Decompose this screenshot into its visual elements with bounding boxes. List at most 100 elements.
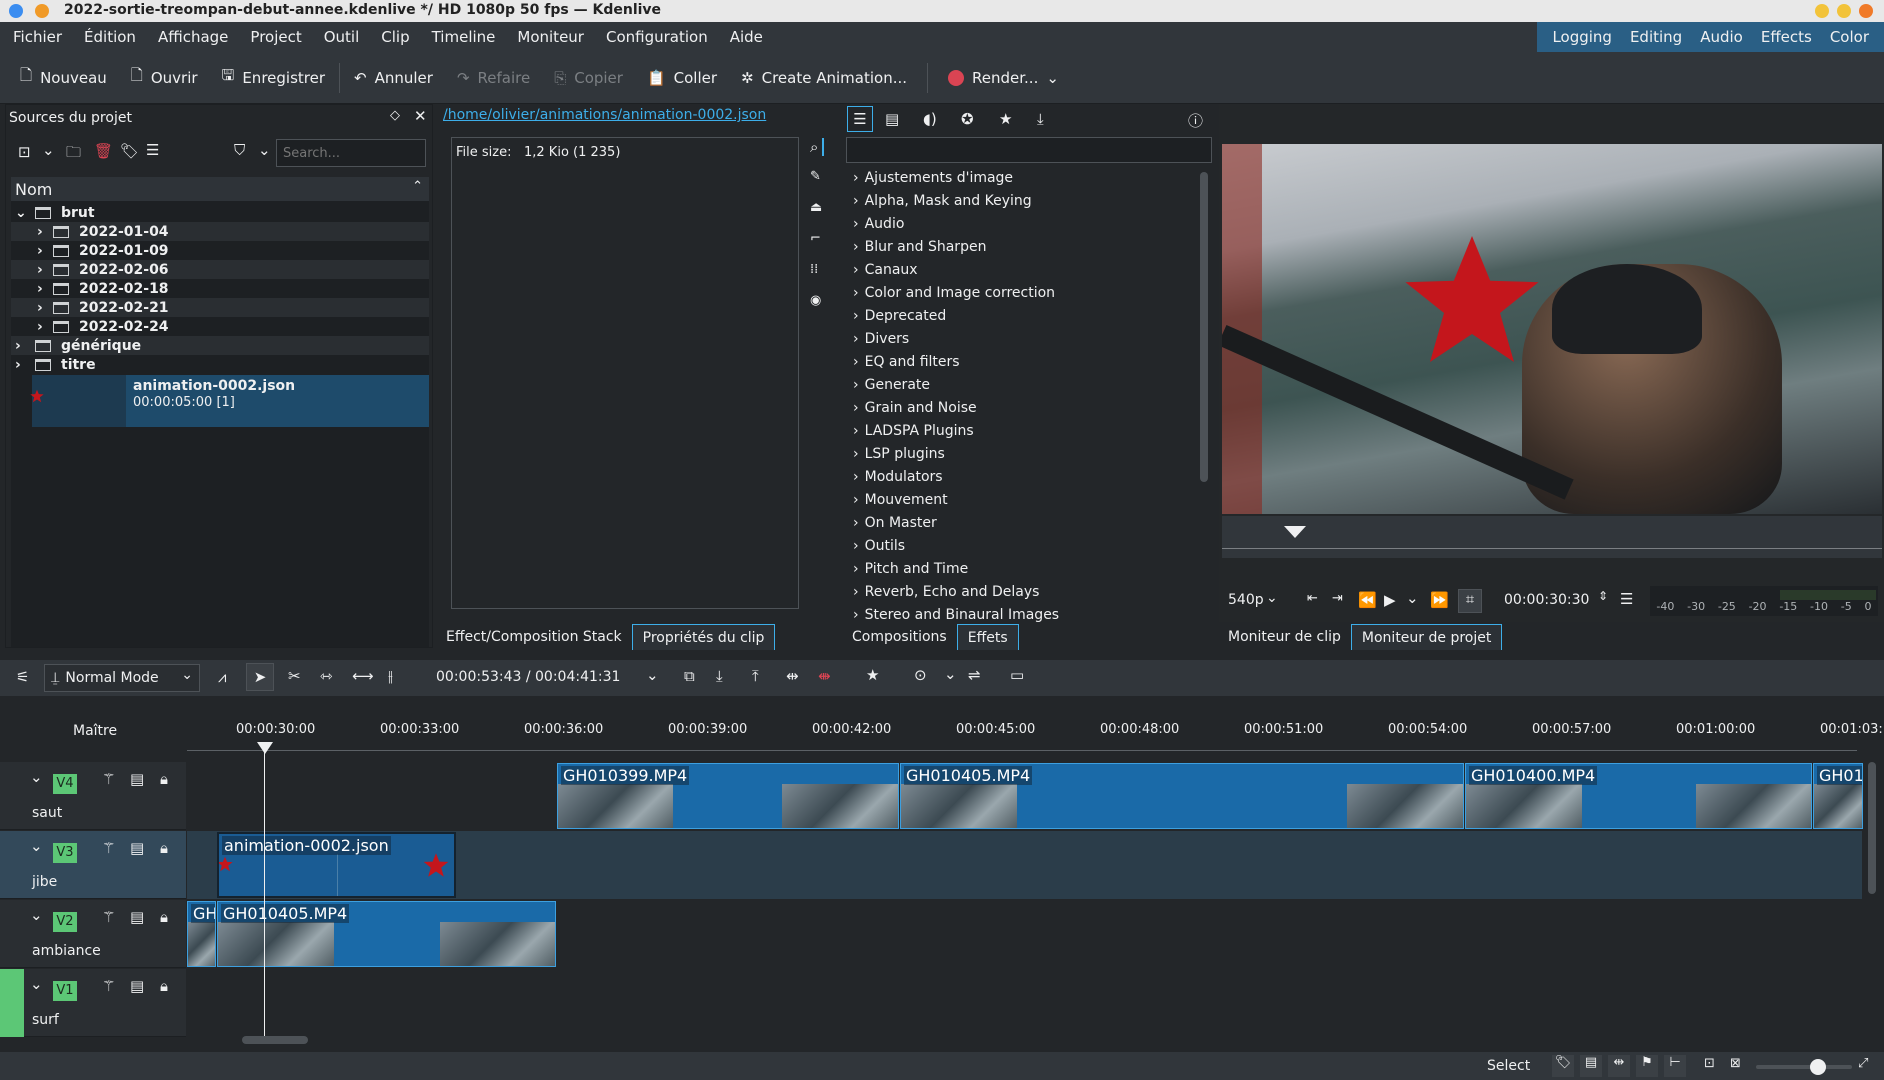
effect-category[interactable]: › Canaux [843,258,1198,281]
effect-category[interactable]: › Generate [843,373,1198,396]
folder-row[interactable]: › 2022-02-18 [11,279,429,298]
new-button[interactable]: 🗋 Nouveau [8,60,119,96]
folder-row[interactable]: › 2022-02-21 [11,298,429,317]
window-max-right-icon[interactable] [1837,4,1851,18]
slip-tool-icon[interactable]: ⫲ [388,667,393,685]
timeline-clip[interactable]: GH010399.MP4 [557,763,899,829]
effect-category[interactable]: › Outils [843,534,1198,557]
folder-row[interactable]: ⌄ brut [11,203,429,222]
filter-icon[interactable]: ⛉ [234,141,245,159]
folder-row[interactable]: › 2022-02-06 [11,260,429,279]
zoom-in-icon[interactable]: ⤢ [1858,1056,1868,1071]
timeline-clip[interactable]: GH010400.MP4 [1465,763,1812,829]
chevron-down-icon[interactable]: ⌄ [1406,589,1419,607]
lock-icon[interactable]: 🔒︎ [160,908,168,926]
delete-icon[interactable]: 🗑 [94,142,113,160]
timeline-horizontal-scrollbar[interactable] [242,1036,308,1044]
overwrite-icon[interactable]: ⧉ [684,667,695,685]
chevron-down-icon[interactable]: ⌄ [1046,69,1059,87]
menu-icon[interactable]: ☰ [146,141,159,159]
hide-track-icon[interactable]: ▤ [130,770,144,788]
master-label[interactable]: Maître [73,723,117,739]
add-clip-icon[interactable]: ⊡ [18,143,31,161]
timeline-vertical-scrollbar[interactable] [1868,762,1876,894]
timeline-playhead[interactable] [264,746,265,1038]
effect-category[interactable]: › Alpha, Mask and Keying [843,189,1198,212]
folder-row[interactable]: › 2022-01-09 [11,241,429,260]
effect-category[interactable]: › EQ and filters [843,350,1198,373]
chevron-down-icon[interactable]: ⌄ [944,665,957,683]
collapse-chevron-icon[interactable]: ⌄ [30,837,43,855]
chevron-down-icon[interactable]: ⌄ [258,141,271,159]
tab-project-monitor[interactable]: Moniteur de projet [1350,624,1503,650]
menu-outil[interactable]: Outil [313,22,371,52]
tab-effets[interactable]: Effets [956,624,1019,650]
collapse-chevron-icon[interactable]: ⌄ [30,975,43,993]
download-icon[interactable]: ⤓ [1037,110,1044,128]
record-icon[interactable]: ⊙ [914,666,927,684]
effect-category[interactable]: › LADSPA Plugins [843,419,1198,442]
chevron-down-icon[interactable]: ⌄ [1266,590,1278,606]
lock-icon[interactable]: 🔒︎ [160,770,168,788]
zoom-slider-handle[interactable] [1810,1059,1826,1075]
hide-track-icon[interactable]: ▤ [130,977,144,995]
menu-moniteur[interactable]: Moniteur [506,22,595,52]
effect-category[interactable]: › Blur and Sharpen [843,235,1198,258]
spacer-tool-icon[interactable]: ⇿ [320,667,333,685]
render-button[interactable]: Render... ⌄ [936,60,1071,96]
audio-icon[interactable]: ⏏ [810,200,822,215]
audio-effects-icon[interactable]: ◖) [923,110,937,128]
selection-tool-icon[interactable]: ➤ [246,663,274,691]
chevron-down-icon[interactable]: ⌄ [646,666,659,684]
workspace-color[interactable]: Color [1821,22,1878,52]
effects-wand-icon[interactable]: ⚚ [102,908,115,926]
menu-affichage[interactable]: Affichage [147,22,239,52]
extract-icon[interactable]: ⇹ [786,667,799,685]
paste-button[interactable]: 📋 Coller [635,60,729,96]
menu-clip[interactable]: Clip [370,22,420,52]
rewind-icon[interactable]: ⏪ [1358,591,1377,609]
track-badge[interactable]: V4 [53,774,77,794]
effects-scrollbar[interactable] [1200,172,1208,482]
effects-wand-icon[interactable]: ⚚ [102,977,115,995]
timeline-clip[interactable]: GH010405.MP4 [900,763,1464,829]
tab-compositions[interactable]: Compositions [842,624,957,650]
chevron-down-icon[interactable]: ⌄ [42,141,55,159]
create-animation-button[interactable]: ✲ Create Animation... [729,60,919,96]
zone-icon[interactable]: ⌗ [1458,589,1482,613]
effect-category[interactable]: › LSP plugins [843,442,1198,465]
save-button[interactable]: 🖫 Enregistrer [210,60,337,96]
folder-add-icon[interactable]: 🗀 [66,142,81,167]
search-icon[interactable]: ⌕ [810,138,825,156]
redo-button[interactable]: ↷ Refaire [445,60,542,96]
audio-wave-icon[interactable]: ⇹ [1608,1055,1630,1077]
close-panel-icon[interactable]: ✕ [414,107,427,125]
lift-icon[interactable]: ⤒ [752,667,759,685]
track-badge[interactable]: V3 [53,843,77,863]
timeline-position[interactable]: 00:00:53:43 / 00:04:41:31 [436,669,620,685]
effects-search-input[interactable] [846,137,1212,163]
timeline-ruler[interactable]: 00:00:30:00 00:00:33:00 00:00:36:00 00:0… [187,714,1883,754]
window-minimize-icon[interactable] [35,4,49,18]
bin-search-input[interactable] [276,139,426,167]
favorites-star-icon[interactable]: ★ [999,110,1012,128]
hide-track-icon[interactable]: ▤ [130,908,144,926]
target-track-marker[interactable] [0,969,24,1037]
effect-category[interactable]: › Mouvement [843,488,1198,511]
effects-wand-icon[interactable]: ⚚ [102,839,115,857]
monitor-playhead[interactable] [1284,526,1306,538]
tag-icon[interactable]: 🏷 [120,142,139,160]
razor-tool-icon[interactable]: ✂ [288,667,301,685]
timeline-clip[interactable]: GH [187,901,216,967]
insert-icon[interactable]: ⤓ [716,667,723,685]
track-header-v1[interactable]: ⌄ V1 ⚚ ▤ 🔒︎ surf [0,969,186,1037]
analysis-icon[interactable]: ◉ [810,293,821,308]
folder-row[interactable]: › 2022-02-24 [11,317,429,336]
resolution-select[interactable]: 540p [1228,592,1264,608]
marker-flag-icon[interactable]: ⚑ [1636,1055,1658,1077]
info-icon[interactable]: ⓘ [1188,110,1203,131]
grid-icon[interactable]: ⁞⁞ [810,262,818,277]
track-badge[interactable]: V1 [53,981,77,1001]
play-icon[interactable]: ▶ [1384,591,1396,609]
clip-path-link[interactable]: /home/olivier/animations/animation-0002.… [443,107,766,123]
